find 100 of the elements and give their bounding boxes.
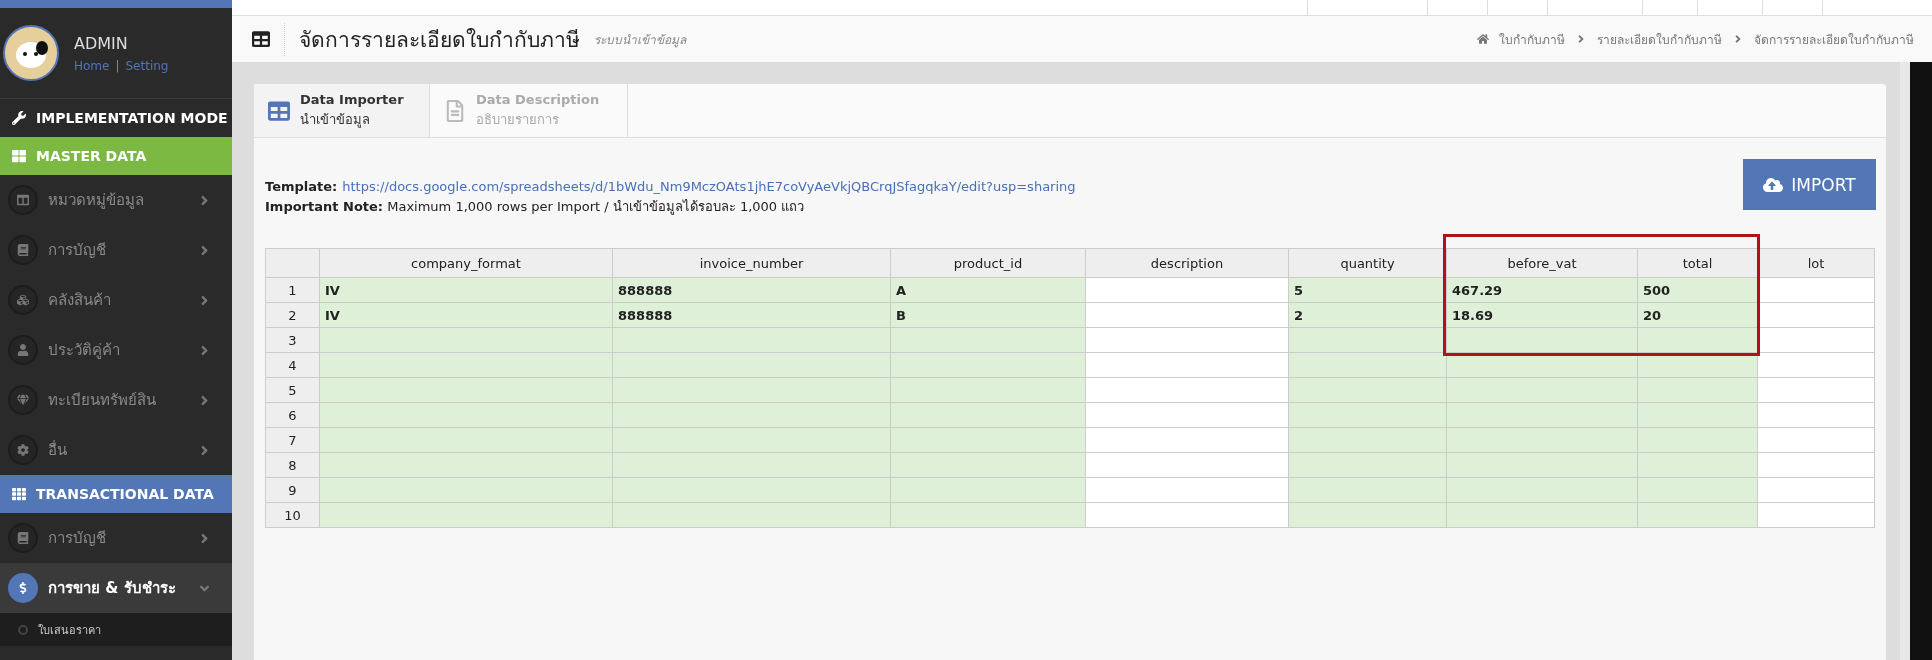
table-cell[interactable] xyxy=(612,377,891,403)
table-cell[interactable] xyxy=(1288,502,1447,528)
menu-item[interactable]: อื่น xyxy=(0,425,232,475)
table-cell[interactable] xyxy=(612,427,891,453)
mode-item[interactable]: IMPLEMENTATION MODE xyxy=(0,99,232,137)
table-cell[interactable] xyxy=(890,402,1086,428)
table-cell[interactable] xyxy=(1288,352,1447,378)
table-cell[interactable] xyxy=(1446,327,1638,353)
table-cell[interactable]: IV xyxy=(319,302,613,328)
table-cell[interactable] xyxy=(1085,427,1289,453)
table-cell[interactable] xyxy=(1288,377,1447,403)
table-cell[interactable]: 888888 xyxy=(612,302,891,328)
table-cell[interactable]: 500 xyxy=(1637,277,1758,303)
table-cell[interactable] xyxy=(319,352,613,378)
table-cell[interactable] xyxy=(1085,477,1289,503)
table-cell[interactable] xyxy=(1085,302,1289,328)
table-cell[interactable] xyxy=(890,327,1086,353)
row-number: 8 xyxy=(265,452,320,478)
table-cell[interactable] xyxy=(890,477,1086,503)
table-cell[interactable] xyxy=(1757,502,1875,528)
table-cell[interactable] xyxy=(1637,377,1758,403)
column-header: description xyxy=(1085,248,1289,278)
table-cell[interactable] xyxy=(319,427,613,453)
table-cell[interactable] xyxy=(1637,327,1758,353)
menu-item[interactable]: การขาย & รับชำระ xyxy=(0,563,232,613)
gear-icon xyxy=(8,435,38,465)
table-cell[interactable] xyxy=(890,452,1086,478)
table-cell[interactable] xyxy=(1446,502,1638,528)
table-cell[interactable] xyxy=(890,427,1086,453)
bullet-icon xyxy=(18,624,28,635)
table-cell[interactable] xyxy=(1446,402,1638,428)
table-cell[interactable] xyxy=(1446,477,1638,503)
table-cell[interactable] xyxy=(1288,402,1447,428)
breadcrumb-link[interactable]: ใบกำกับภาษี xyxy=(1499,29,1565,49)
table-cell[interactable] xyxy=(612,477,891,503)
table-cell[interactable] xyxy=(1757,352,1875,378)
table-cell[interactable]: B xyxy=(890,302,1086,328)
table-cell[interactable] xyxy=(1085,352,1289,378)
table-cell[interactable] xyxy=(1637,452,1758,478)
table-cell[interactable] xyxy=(890,352,1086,378)
table-cell[interactable]: IV xyxy=(319,277,613,303)
table-cell[interactable]: 2 xyxy=(1288,302,1447,328)
table-cell[interactable] xyxy=(1757,402,1875,428)
table-cell[interactable]: 888888 xyxy=(612,277,891,303)
table-cell[interactable] xyxy=(1288,477,1447,503)
table-cell[interactable] xyxy=(1085,377,1289,403)
breadcrumb-link[interactable]: จัดการรายละเอียดใบกำกับภาษี xyxy=(1754,29,1914,49)
table-cell[interactable] xyxy=(1288,427,1447,453)
table-cell[interactable] xyxy=(1288,327,1447,353)
table-cell[interactable] xyxy=(612,327,891,353)
table-cell[interactable] xyxy=(1446,452,1638,478)
table-cell[interactable] xyxy=(1085,452,1289,478)
menu-item[interactable]: การบัญชี xyxy=(0,513,232,563)
table-cell[interactable] xyxy=(890,377,1086,403)
wrench-icon xyxy=(12,111,26,125)
menu-item[interactable]: ทะเบียนทรัพย์สิน xyxy=(0,375,232,425)
table-cell[interactable] xyxy=(319,477,613,503)
table-cell[interactable] xyxy=(1085,277,1289,303)
breadcrumb-link[interactable]: รายละเอียดใบกำกับภาษี xyxy=(1597,29,1722,49)
table-cell[interactable] xyxy=(612,452,891,478)
table-cell[interactable] xyxy=(1085,402,1289,428)
import-button[interactable]: IMPORT xyxy=(1743,159,1876,210)
table-cell[interactable] xyxy=(1637,477,1758,503)
table-cell[interactable] xyxy=(1637,427,1758,453)
menu-label: คลังสินค้า xyxy=(48,290,112,311)
table-cell[interactable]: 20 xyxy=(1637,302,1758,328)
table-cell[interactable] xyxy=(1757,427,1875,453)
book-icon xyxy=(8,523,38,553)
table-cell[interactable]: A xyxy=(890,277,1086,303)
home-icon[interactable] xyxy=(1477,33,1489,45)
table-cell[interactable] xyxy=(1637,402,1758,428)
table-cell[interactable] xyxy=(319,327,613,353)
table-cell[interactable] xyxy=(1288,452,1447,478)
table-cell[interactable] xyxy=(1757,377,1875,403)
table-cell[interactable] xyxy=(1757,452,1875,478)
table-cell[interactable] xyxy=(319,502,613,528)
table-cell[interactable] xyxy=(1446,377,1638,403)
menu-item[interactable]: คลังสินค้า xyxy=(0,275,232,325)
menu-label: อื่น xyxy=(48,439,68,461)
menu-item[interactable]: ประวัติคู่ค้า xyxy=(0,325,232,375)
table-cell[interactable] xyxy=(1757,477,1875,503)
table-cell[interactable] xyxy=(612,352,891,378)
table-cell[interactable] xyxy=(319,402,613,428)
table-cell[interactable] xyxy=(612,502,891,528)
table-cell[interactable] xyxy=(1446,427,1638,453)
table-cell[interactable] xyxy=(1085,502,1289,528)
table-cell[interactable] xyxy=(319,377,613,403)
menu-item[interactable]: การบัญชี xyxy=(0,225,232,275)
table-cell[interactable]: 467.29 xyxy=(1446,277,1638,303)
table-cell[interactable] xyxy=(1637,502,1758,528)
table-cell[interactable]: 18.69 xyxy=(1446,302,1638,328)
submenu-item[interactable]: ใบเสนอราคา xyxy=(0,613,232,646)
table-cell[interactable]: 5 xyxy=(1288,277,1447,303)
template-link[interactable]: https://docs.google.com/spreadsheets/d/1bWdu_Nm9MczOAts1jhE7coVyAeVkjQBCrqJSfagqkaY/edit?usp=sharing xyxy=(342,177,1076,197)
tab[interactable]: Data Importer นำเข้าข้อมูล xyxy=(254,84,430,137)
table-cell[interactable] xyxy=(890,502,1086,528)
table-cell[interactable] xyxy=(612,402,891,428)
table-cell[interactable] xyxy=(319,452,613,478)
menu-item[interactable]: หมวดหมู่ข้อมูล xyxy=(0,175,232,225)
table-cell[interactable] xyxy=(1085,327,1289,353)
